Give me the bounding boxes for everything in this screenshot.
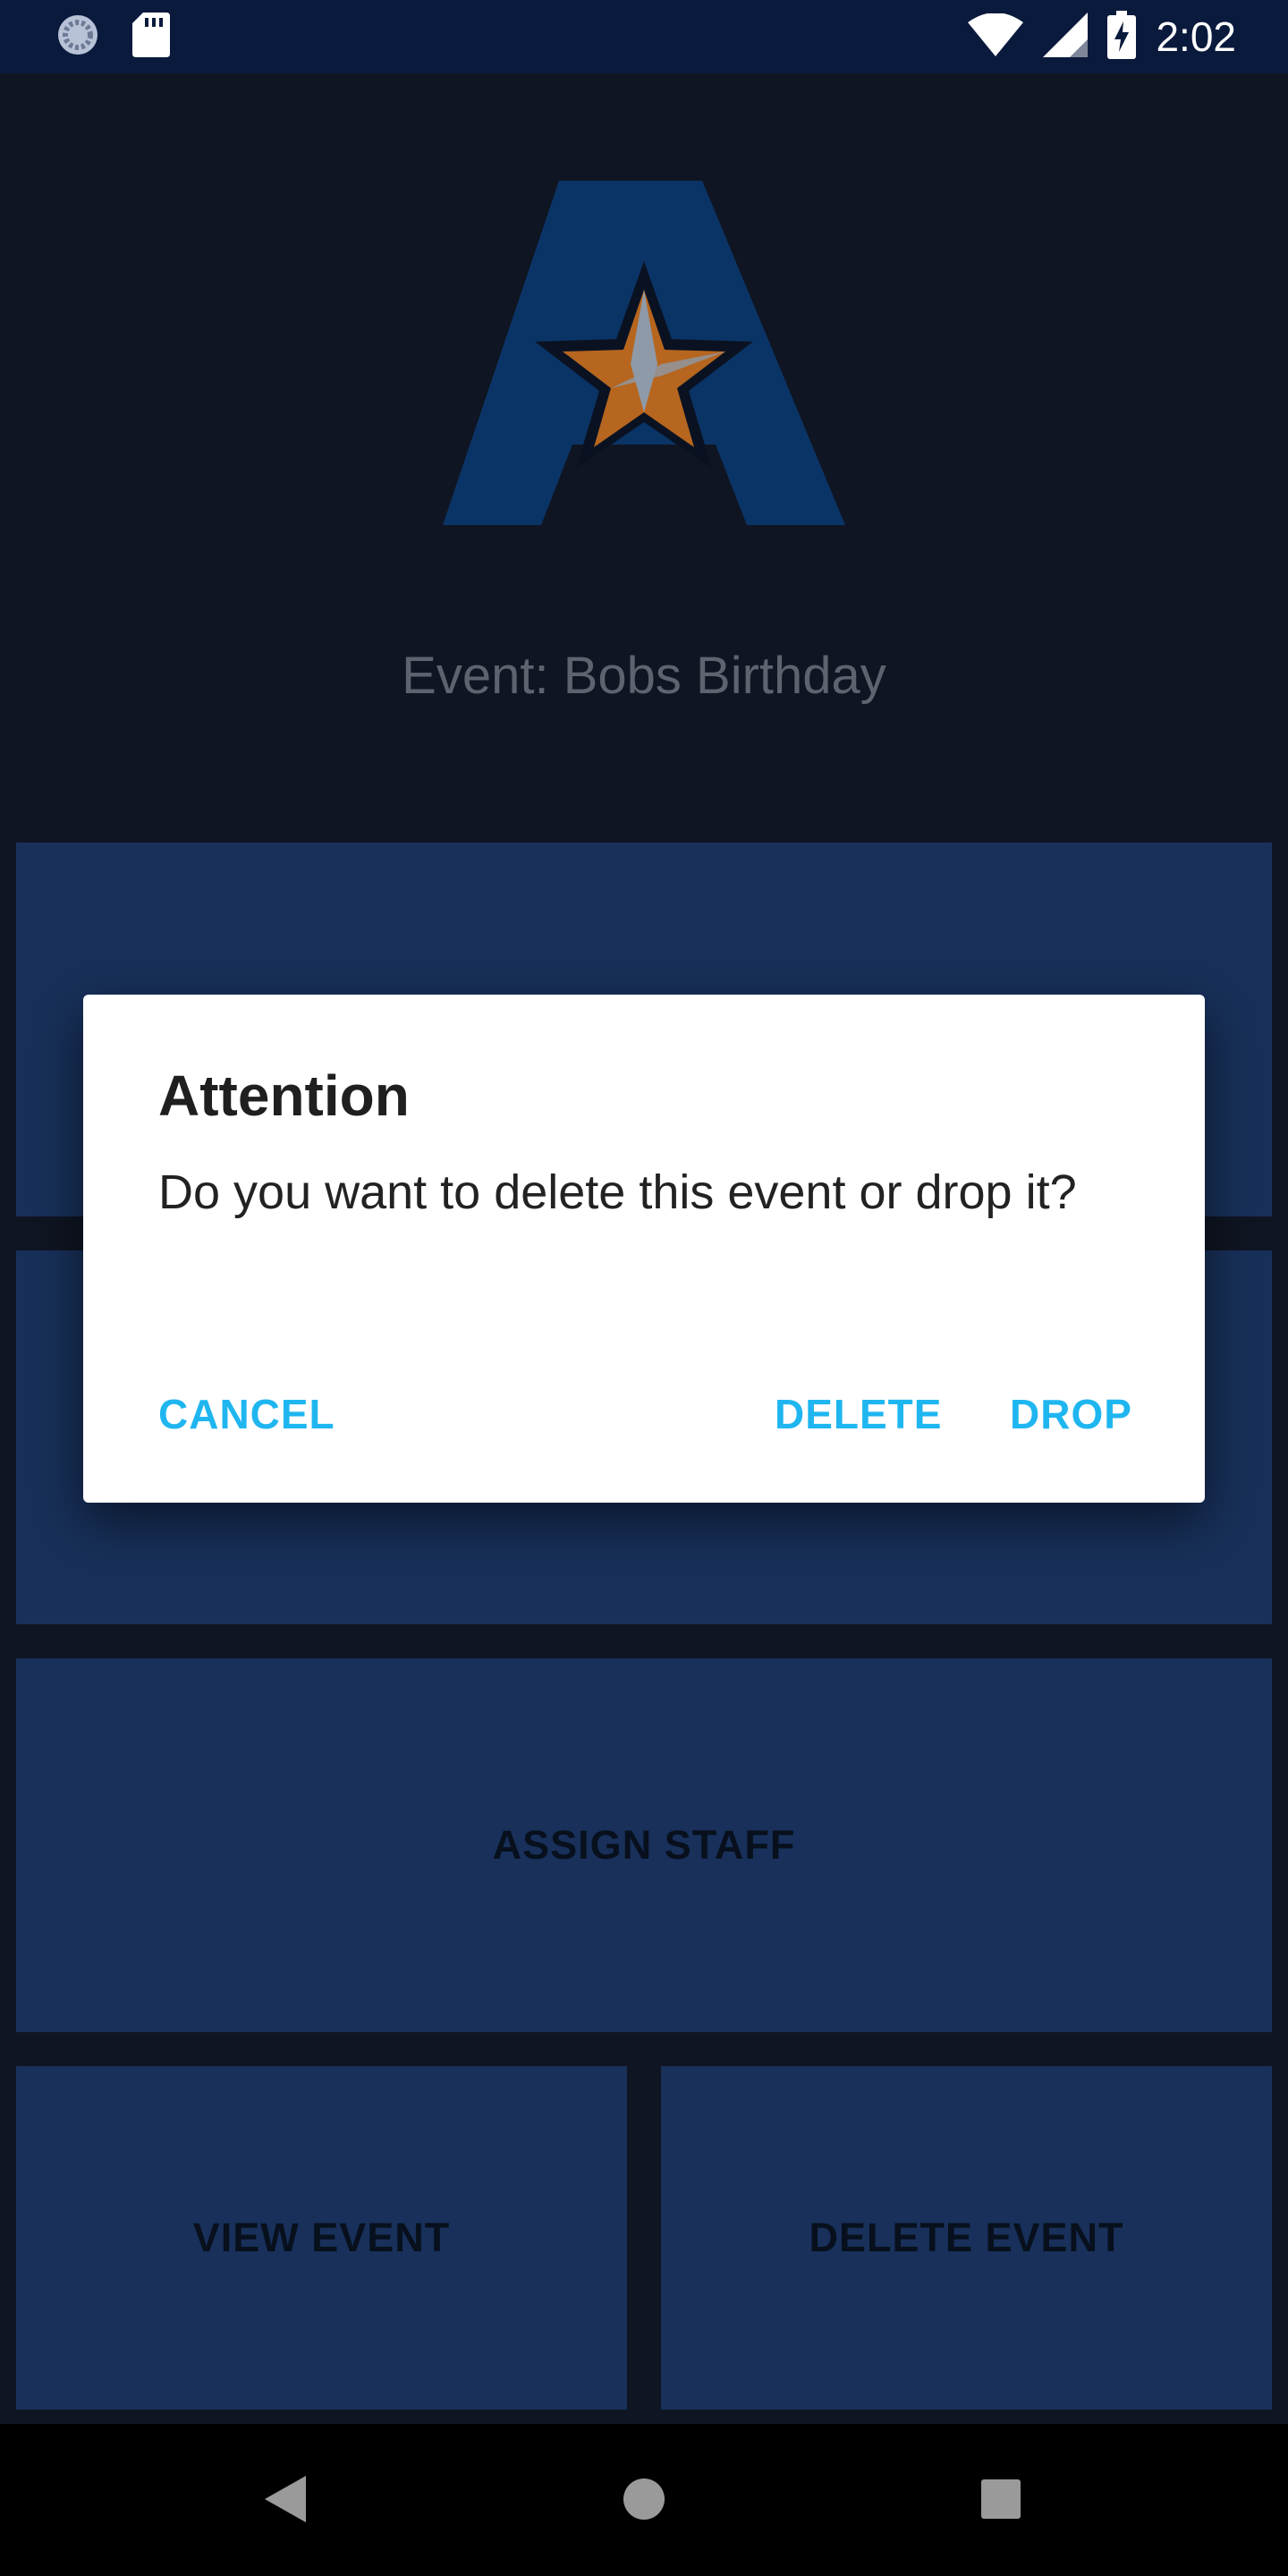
status-time: 2:02: [1156, 13, 1236, 60]
signal-icon: [1043, 12, 1089, 62]
back-icon[interactable]: [265, 2476, 306, 2527]
status-bar: 2:02: [0, 0, 1288, 73]
drop-button[interactable]: DROP: [1010, 1374, 1132, 1454]
delete-event-button[interactable]: DELETE EVENT: [661, 2066, 1272, 2410]
dialog-message: Do you want to delete this event or drop…: [158, 1165, 1077, 1219]
view-event-button[interactable]: VIEW EVENT: [16, 2066, 627, 2410]
recents-icon[interactable]: [981, 2479, 1021, 2523]
uta-star-logo: [443, 181, 845, 525]
delete-button[interactable]: DELETE: [775, 1374, 942, 1454]
event-title: Event: Bobs Birthday: [402, 647, 886, 705]
sync-icon: [55, 13, 100, 62]
wifi-icon: [968, 12, 1024, 61]
home-icon[interactable]: [623, 2478, 665, 2525]
battery-charging-icon: [1107, 10, 1137, 64]
dialog-title: Attention: [158, 1063, 410, 1128]
sd-card-icon: [132, 12, 170, 62]
attention-dialog: Attention Do you want to delete this eve…: [83, 995, 1205, 1503]
navigation-bar: [0, 2424, 1288, 2576]
assign-staff-button[interactable]: ASSIGN STAFF: [16, 1658, 1272, 2032]
cancel-button[interactable]: CANCEL: [158, 1374, 335, 1454]
screen: 2:02 Event: Bobs Birthday ASSIGN STAFF V…: [0, 0, 1288, 2576]
